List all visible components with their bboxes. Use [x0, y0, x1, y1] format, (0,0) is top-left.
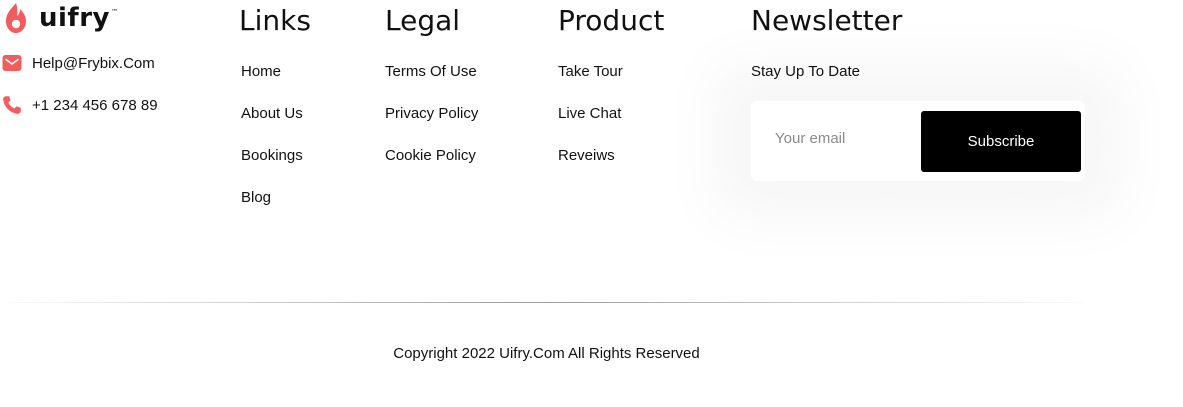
- contact-email[interactable]: Help@Frybix.Com: [2, 53, 155, 73]
- email-input[interactable]: [775, 130, 915, 147]
- link-privacy-policy[interactable]: Privacy Policy: [385, 105, 478, 147]
- contact-email-text: Help@Frybix.Com: [32, 54, 155, 72]
- phone-icon: [3, 96, 21, 114]
- subscribe-button[interactable]: Subscribe: [921, 111, 1081, 172]
- links-heading: Links: [239, 4, 311, 37]
- newsletter-subheading: Stay Up To Date: [751, 63, 860, 80]
- links-list: Home About Us Bookings Blog: [239, 63, 311, 231]
- link-take-tour[interactable]: Take Tour: [558, 63, 664, 105]
- flame-icon: [6, 3, 26, 33]
- mail-icon: [2, 55, 22, 71]
- newsletter-heading: Newsletter: [751, 4, 903, 37]
- link-reviews[interactable]: Reveiws: [558, 147, 664, 189]
- link-home[interactable]: Home: [241, 63, 311, 105]
- legal-heading: Legal: [385, 4, 461, 37]
- brand-name: uifry™: [39, 3, 119, 33]
- link-blog[interactable]: Blog: [241, 189, 311, 231]
- contact-phone-text: +1 234 456 678 89: [32, 96, 158, 114]
- product-column: Product Take Tour Live Chat Reveiws: [558, 4, 664, 189]
- newsletter-form: Subscribe: [751, 101, 1085, 181]
- copyright-text: Copyright 2022 Uifry.Com All Rights Rese…: [393, 345, 700, 362]
- link-terms-of-use[interactable]: Terms Of Use: [385, 63, 478, 105]
- contact-phone[interactable]: +1 234 456 678 89: [2, 95, 158, 115]
- site-footer: uifry™ Help@Frybix.Com +1 234 456 678 89…: [0, 0, 1183, 407]
- newsletter-column: Newsletter Stay Up To Date: [751, 4, 902, 80]
- link-bookings[interactable]: Bookings: [241, 147, 311, 189]
- brand-logo[interactable]: uifry™: [3, 2, 119, 34]
- product-list: Take Tour Live Chat Reveiws: [558, 63, 664, 189]
- legal-column: Legal Terms Of Use Privacy Policy Cookie…: [385, 4, 478, 189]
- link-cookie-policy[interactable]: Cookie Policy: [385, 147, 478, 189]
- product-heading: Product: [558, 4, 665, 37]
- trademark-symbol: ™: [111, 8, 119, 16]
- link-live-chat[interactable]: Live Chat: [558, 105, 664, 147]
- legal-list: Terms Of Use Privacy Policy Cookie Polic…: [385, 63, 478, 189]
- links-column: Links Home About Us Bookings Blog: [239, 4, 311, 231]
- link-about-us[interactable]: About Us: [241, 105, 311, 147]
- footer-divider: [8, 302, 1083, 303]
